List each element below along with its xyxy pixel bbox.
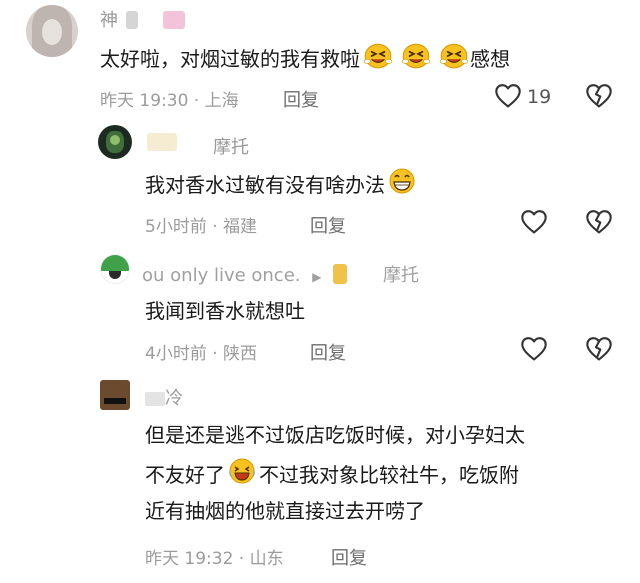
username-redacted	[147, 133, 177, 151]
comment-text-line: 近有抽烟的他就直接过去开唠了	[145, 499, 425, 523]
heart-outline-icon[interactable]	[520, 336, 548, 362]
comment-meta: 5小时前 · 福建	[145, 217, 258, 237]
broken-heart-icon[interactable]	[585, 83, 613, 109]
comment-text: 我闻到香水就想吐	[145, 299, 305, 323]
comment-text-line: 但是还是逃不过饭店吃饭时候，对小孕妇太	[145, 423, 525, 447]
wink-emoji-icon	[362, 40, 394, 70]
reply-button[interactable]: 回复	[331, 544, 367, 570]
broken-heart-icon[interactable]	[585, 336, 613, 362]
heart-outline-icon[interactable]	[520, 209, 548, 235]
reply-arrow-icon: ▶	[312, 270, 322, 284]
avatar[interactable]	[26, 5, 78, 57]
wink-emoji-icon	[400, 40, 432, 70]
laugh-cry-emoji-icon	[227, 456, 257, 486]
grin-emoji-icon	[387, 166, 417, 196]
avatar[interactable]	[100, 254, 130, 284]
reply-button[interactable]: 回复	[310, 212, 346, 238]
wink-emoji-icon	[438, 40, 470, 70]
comment-meta: 4小时前 · 陕西	[145, 344, 258, 364]
comment-text-line: 不友好了 不过我对象比较社牛，吃饭附	[145, 456, 519, 492]
comment-text: 太好啦，对烟过敏的我有救啦 感想	[100, 40, 510, 76]
reply-button[interactable]: 回复	[310, 339, 346, 365]
like-count: 19	[527, 86, 552, 108]
broken-heart-icon[interactable]	[585, 209, 613, 235]
comment-meta: 昨天 19:30 · 上海	[100, 91, 239, 111]
heart-outline-icon[interactable]	[494, 83, 522, 109]
avatar[interactable]	[98, 125, 132, 159]
comment-username[interactable]: 摩托	[213, 133, 249, 159]
user-badge-icon	[333, 264, 348, 284]
comment-username[interactable]: ou only live once. ▶ 摩托	[142, 261, 419, 287]
comment-username[interactable]: 神	[100, 6, 186, 32]
avatar[interactable]	[100, 380, 130, 410]
reply-button[interactable]: 回复	[283, 86, 319, 112]
comment-username[interactable]: 冷	[145, 384, 183, 410]
comment-meta: 昨天 19:32 · 山东	[145, 549, 284, 569]
comment-text: 我对香水过敏有没有啥办法	[145, 166, 417, 202]
